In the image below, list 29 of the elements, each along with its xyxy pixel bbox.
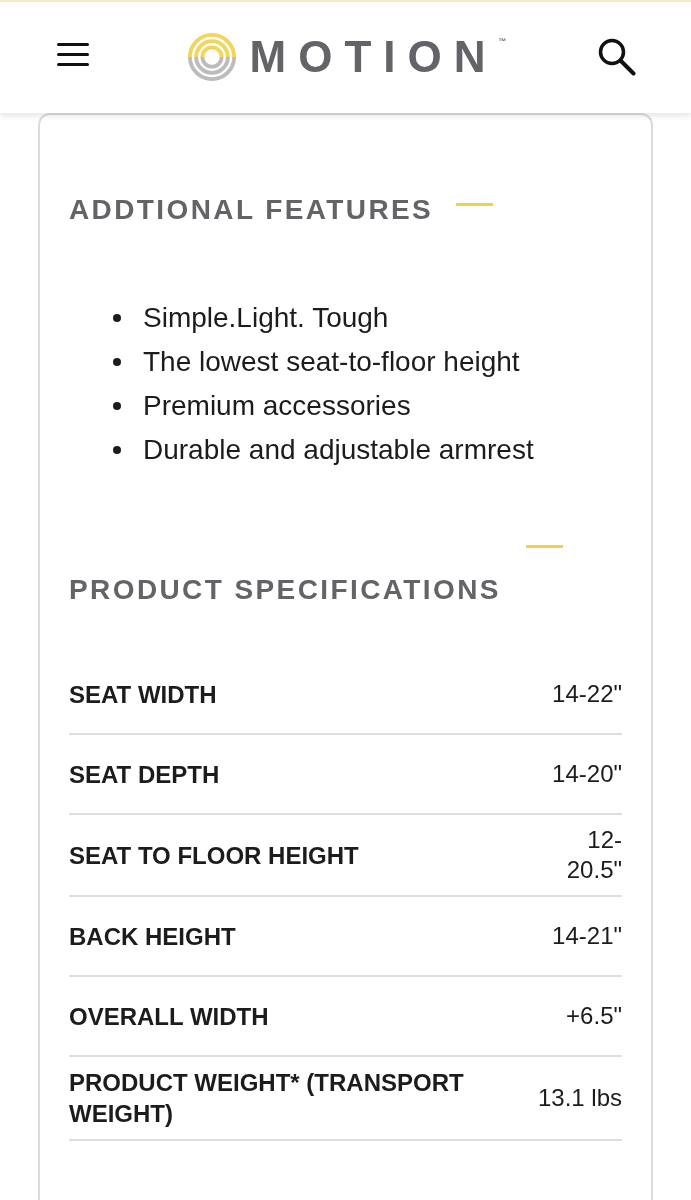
menu-icon[interactable] xyxy=(57,43,89,66)
bullet-icon xyxy=(113,358,121,366)
feature-text: Premium accessories xyxy=(143,389,411,423)
brand-name: MOTION xyxy=(249,32,498,81)
spec-value: 14-22" xyxy=(551,679,622,709)
feature-text: The lowest seat-to-floor height xyxy=(143,345,520,379)
trademark-sign: ™ xyxy=(498,37,507,46)
spec-value: 14-21" xyxy=(551,921,622,951)
spec-value: 14-20" xyxy=(551,759,622,789)
spec-value: 13.1 lbs xyxy=(536,1083,622,1113)
feature-text: Simple.Light. Tough xyxy=(143,301,389,335)
bullet-icon xyxy=(113,446,121,454)
accent-line xyxy=(456,203,494,206)
spec-label: PRODUCT WEIGHT* (TRANSPORT WEIGHT) xyxy=(69,1068,465,1129)
bullet-icon xyxy=(113,314,121,322)
concentric-rings-icon xyxy=(186,31,237,82)
spec-label: OVERALL WIDTH xyxy=(69,1001,270,1032)
bullet-icon xyxy=(113,402,121,410)
spec-value: +6.5" xyxy=(565,1001,622,1031)
accent-line xyxy=(526,545,563,548)
spec-label: SEAT TO FLOOR HEIGHT xyxy=(69,840,360,871)
search-icon[interactable] xyxy=(598,37,636,76)
section-heading: PRODUCT SPECIFICATIONS xyxy=(69,573,502,607)
spec-label: BACK HEIGHT xyxy=(69,921,237,952)
spec-label: SEAT DEPTH xyxy=(69,759,221,790)
spec-label: SEAT WIDTH xyxy=(69,679,218,710)
spec-value: 12-20.5" xyxy=(565,825,622,885)
section-heading: ADDTIONAL FEATURES xyxy=(69,193,434,227)
feature-text: Durable and adjustable armrest xyxy=(143,433,534,467)
